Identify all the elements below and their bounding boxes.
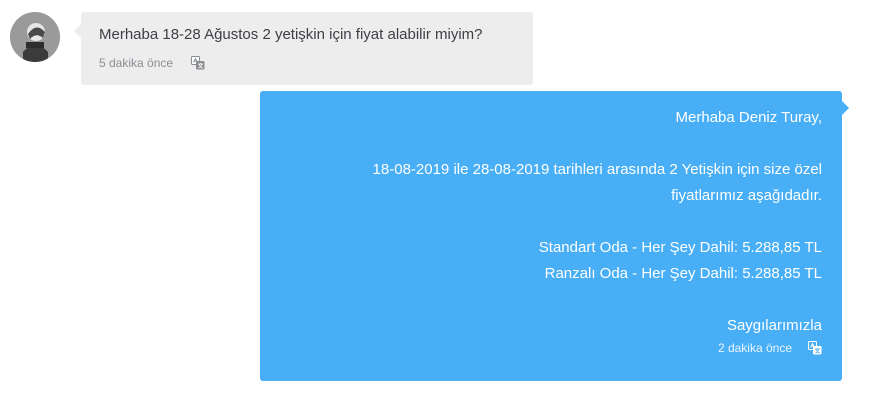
outgoing-message-meta: 2 dakika önce bbox=[280, 341, 822, 355]
message-line: Saygılarımızla bbox=[726, 317, 822, 334]
incoming-message-time: 5 dakika önce bbox=[99, 56, 174, 70]
message-line: Merhaba Deniz Turay, bbox=[675, 109, 822, 126]
avatar[interactable] bbox=[10, 12, 60, 62]
outgoing-message-time: 2 dakika önce bbox=[717, 341, 792, 355]
message-line: 18-08-2019 ile 28-08-2019 tarihleri aras… bbox=[372, 161, 822, 178]
user-avatar-icon bbox=[10, 12, 60, 62]
incoming-message-text: Merhaba 18-28 Ağustos 2 yetişkin için fi… bbox=[99, 26, 483, 43]
message-line: Ranzalı Oda - Her Şey Dahil: 5.288,85 TL bbox=[544, 265, 822, 282]
message-line: Standart Oda - Her Şey Dahil: 5.288,85 T… bbox=[538, 239, 822, 256]
message-line bbox=[280, 287, 822, 313]
incoming-message-bubble: Merhaba 18-28 Ağustos 2 yetişkin için fi… bbox=[74, 12, 533, 85]
chat-conversation: Merhaba 18-28 Ağustos 2 yetişkin için fi… bbox=[0, 0, 874, 412]
incoming-message-meta: 5 dakika önce bbox=[99, 56, 515, 70]
translate-icon[interactable] bbox=[191, 56, 205, 70]
bubble-pointer bbox=[74, 24, 81, 38]
message-line bbox=[280, 209, 822, 235]
outgoing-message-bubble: Merhaba Deniz Turay, 18-08-2019 ile 28-0… bbox=[260, 91, 849, 381]
bubble-pointer bbox=[842, 101, 849, 115]
translate-icon[interactable] bbox=[808, 341, 822, 355]
message-line: fiyatlarımız aşağıdadır. bbox=[671, 187, 822, 204]
message-line bbox=[280, 131, 822, 157]
